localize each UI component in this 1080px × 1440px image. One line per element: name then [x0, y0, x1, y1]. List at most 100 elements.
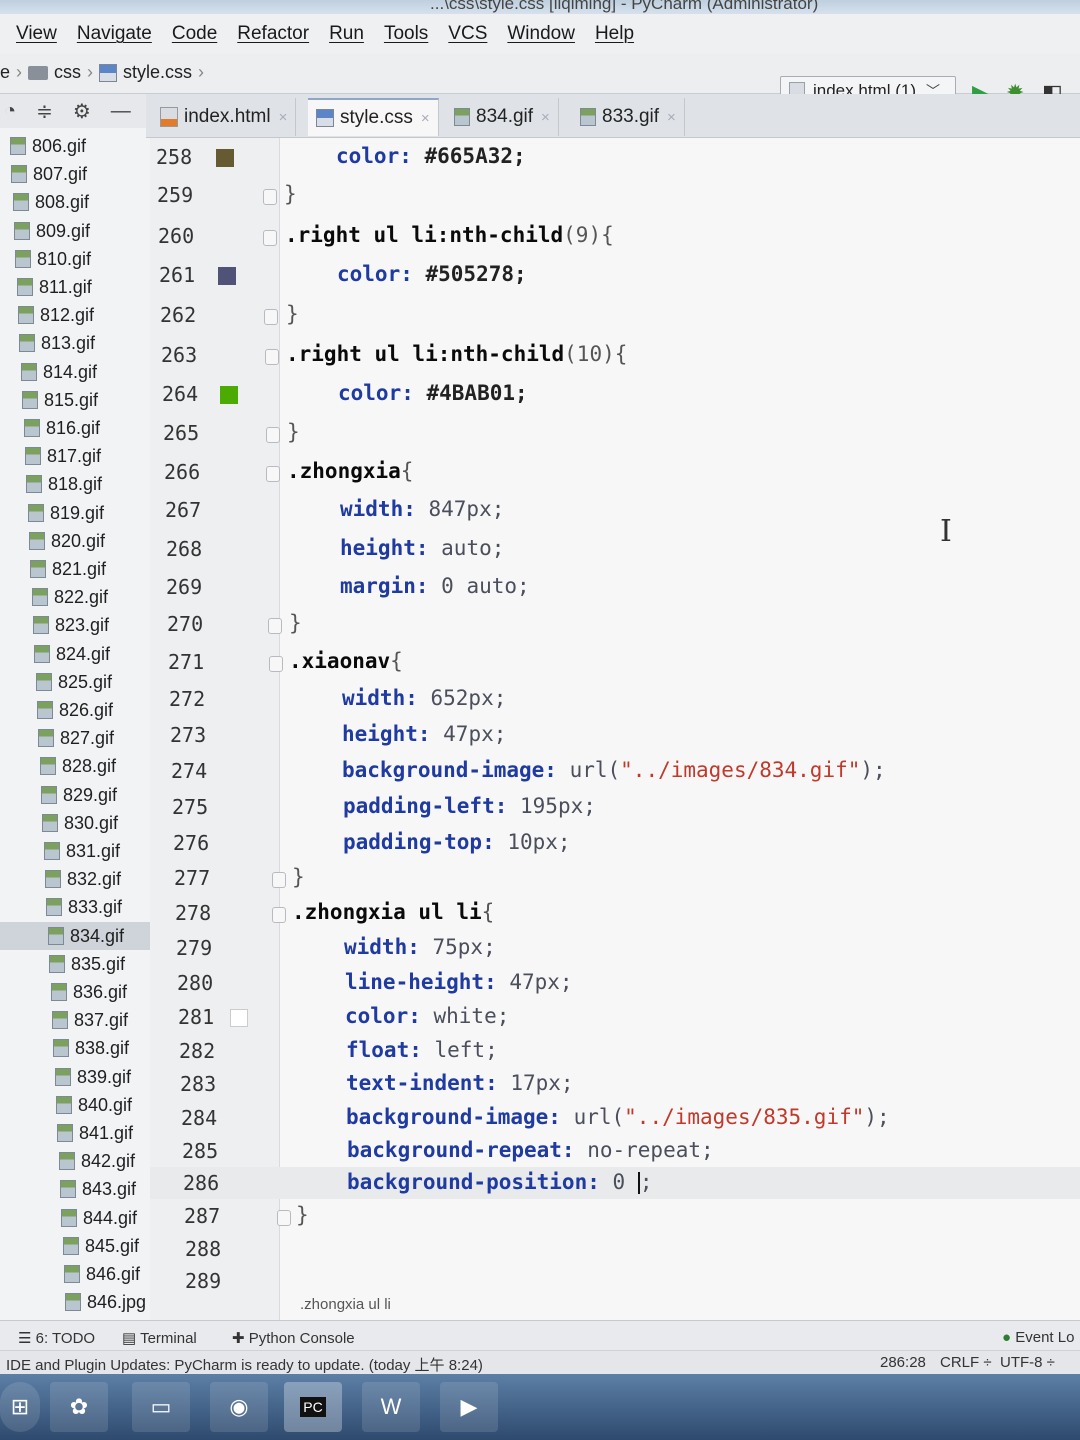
- terminal-label: Terminal: [140, 1330, 197, 1347]
- list-item[interactable]: 836.gif: [51, 978, 127, 1006]
- status-message[interactable]: IDE and Plugin Updates: PyCharm is ready…: [6, 1354, 483, 1375]
- terminal-button[interactable]: ▤ Terminal: [122, 1329, 197, 1347]
- list-item[interactable]: 839.gif: [55, 1063, 131, 1091]
- list-item[interactable]: 812.gif: [18, 301, 94, 329]
- menu-view[interactable]: View: [16, 23, 57, 45]
- menu-window[interactable]: Window: [507, 23, 575, 45]
- fold-marker-icon[interactable]: [266, 427, 280, 443]
- list-item[interactable]: 840.gif: [56, 1091, 132, 1119]
- list-item[interactable]: 808.gif: [13, 188, 89, 216]
- tab-index-html[interactable]: index.html ×: [152, 98, 297, 136]
- media-player-icon[interactable]: ▶: [440, 1382, 498, 1432]
- caret-position[interactable]: 286:28: [880, 1354, 926, 1371]
- list-item[interactable]: 809.gif: [14, 217, 90, 245]
- list-item[interactable]: 832.gif: [45, 865, 121, 893]
- list-item[interactable]: 818.gif: [26, 470, 102, 498]
- css-selector: .right ul li:nth-child: [286, 342, 565, 366]
- tab-834-gif[interactable]: 834.gif ×: [446, 98, 559, 136]
- app-icon[interactable]: ✿: [50, 1382, 108, 1432]
- fold-marker-icon[interactable]: [263, 189, 277, 205]
- list-item[interactable]: 823.gif: [33, 611, 109, 639]
- crumb-style-css[interactable]: style.css: [123, 62, 192, 83]
- list-item[interactable]: 834.gif: [0, 922, 154, 950]
- list-item[interactable]: 815.gif: [22, 386, 98, 414]
- list-item[interactable]: 833.gif: [46, 893, 122, 921]
- list-item[interactable]: 816.gif: [24, 414, 100, 442]
- tab-style-css[interactable]: style.css ×: [308, 98, 439, 136]
- fold-marker-icon[interactable]: [272, 872, 286, 888]
- close-icon[interactable]: ×: [421, 110, 430, 127]
- list-item[interactable]: 825.gif: [36, 668, 112, 696]
- start-icon[interactable]: ⊞: [0, 1382, 40, 1432]
- fold-marker-icon[interactable]: [268, 618, 282, 634]
- close-icon[interactable]: ×: [667, 109, 676, 126]
- list-item[interactable]: 820.gif: [29, 527, 105, 555]
- list-item[interactable]: 824.gif: [34, 640, 110, 668]
- gif-file-icon: [15, 250, 31, 268]
- list-item[interactable]: 842.gif: [59, 1147, 135, 1175]
- list-item[interactable]: 846.gif: [64, 1260, 140, 1288]
- chrome-icon[interactable]: ◉: [210, 1382, 268, 1432]
- list-item[interactable]: 830.gif: [42, 809, 118, 837]
- menu-refactor[interactable]: Refactor: [237, 23, 309, 45]
- list-item[interactable]: 841.gif: [57, 1119, 133, 1147]
- list-item[interactable]: 828.gif: [40, 752, 116, 780]
- close-icon[interactable]: ×: [541, 109, 550, 126]
- list-item[interactable]: 846.jpg: [65, 1288, 146, 1316]
- list-item[interactable]: 844.gif: [61, 1204, 137, 1232]
- list-item[interactable]: 835.gif: [49, 950, 125, 978]
- menu-navigate[interactable]: Navigate: [77, 23, 152, 45]
- menu-vcs[interactable]: VCS: [448, 23, 487, 45]
- color-swatch-icon[interactable]: [218, 267, 236, 285]
- gear-icon[interactable]: ⚙: [73, 99, 91, 124]
- editor-breadcrumb[interactable]: .zhongxia ul li: [280, 1296, 1080, 1320]
- file-encoding[interactable]: UTF-8 ÷: [1000, 1354, 1055, 1371]
- list-item[interactable]: 814.gif: [21, 358, 97, 386]
- list-item[interactable]: 837.gif: [52, 1006, 128, 1034]
- menu-tools[interactable]: Tools: [384, 23, 428, 45]
- fold-marker-icon[interactable]: [277, 1210, 291, 1226]
- crumb-css-folder[interactable]: css: [54, 62, 81, 83]
- menu-help[interactable]: Help: [595, 23, 634, 45]
- list-item[interactable]: 831.gif: [44, 837, 120, 865]
- fold-marker-icon[interactable]: [266, 466, 280, 482]
- list-item[interactable]: 821.gif: [30, 555, 106, 583]
- sync-icon[interactable]: ◔: [4, 100, 16, 123]
- list-item[interactable]: 826.gif: [37, 696, 113, 724]
- crumb-project[interactable]: e: [0, 62, 10, 83]
- menu-code[interactable]: Code: [172, 23, 217, 45]
- list-item[interactable]: 838.gif: [53, 1034, 129, 1062]
- line-separator[interactable]: CRLF ÷: [940, 1354, 992, 1371]
- fold-marker-icon[interactable]: [272, 907, 286, 923]
- list-item[interactable]: 810.gif: [15, 245, 91, 273]
- fold-marker-icon[interactable]: [263, 230, 277, 246]
- list-item[interactable]: 829.gif: [41, 781, 117, 809]
- color-swatch-icon[interactable]: [230, 1009, 248, 1027]
- list-item[interactable]: 819.gif: [28, 499, 104, 527]
- close-icon[interactable]: ×: [279, 109, 288, 126]
- menu-run[interactable]: Run: [329, 23, 364, 45]
- list-item[interactable]: 822.gif: [32, 583, 108, 611]
- fold-marker-icon[interactable]: [264, 309, 278, 325]
- list-item[interactable]: 817.gif: [25, 442, 101, 470]
- list-item[interactable]: 807.gif: [11, 160, 87, 188]
- folder-icon[interactable]: ▭: [132, 1382, 190, 1432]
- hide-icon[interactable]: —: [111, 100, 131, 123]
- color-swatch-icon[interactable]: [220, 386, 238, 404]
- fold-marker-icon[interactable]: [265, 349, 279, 365]
- python-console-button[interactable]: ✚ Python Console: [232, 1329, 355, 1347]
- list-item[interactable]: 843.gif: [60, 1175, 136, 1203]
- collapse-all-icon[interactable]: ≑: [36, 99, 53, 124]
- fold-marker-icon[interactable]: [269, 656, 283, 672]
- list-item[interactable]: 811.gif: [17, 273, 92, 301]
- list-item[interactable]: 813.gif: [19, 329, 95, 357]
- pycharm-icon[interactable]: PC: [284, 1382, 342, 1432]
- color-swatch-icon[interactable]: [216, 149, 234, 167]
- tab-833-gif[interactable]: 833.gif ×: [572, 98, 685, 136]
- todo-button[interactable]: ☰ 6: TODO: [18, 1329, 95, 1347]
- list-item[interactable]: 827.gif: [38, 724, 114, 752]
- list-item[interactable]: 845.gif: [63, 1232, 139, 1260]
- word-icon[interactable]: W: [362, 1382, 420, 1432]
- event-log-button[interactable]: ● Event Lo: [1002, 1329, 1074, 1346]
- list-item[interactable]: 806.gif: [10, 132, 86, 160]
